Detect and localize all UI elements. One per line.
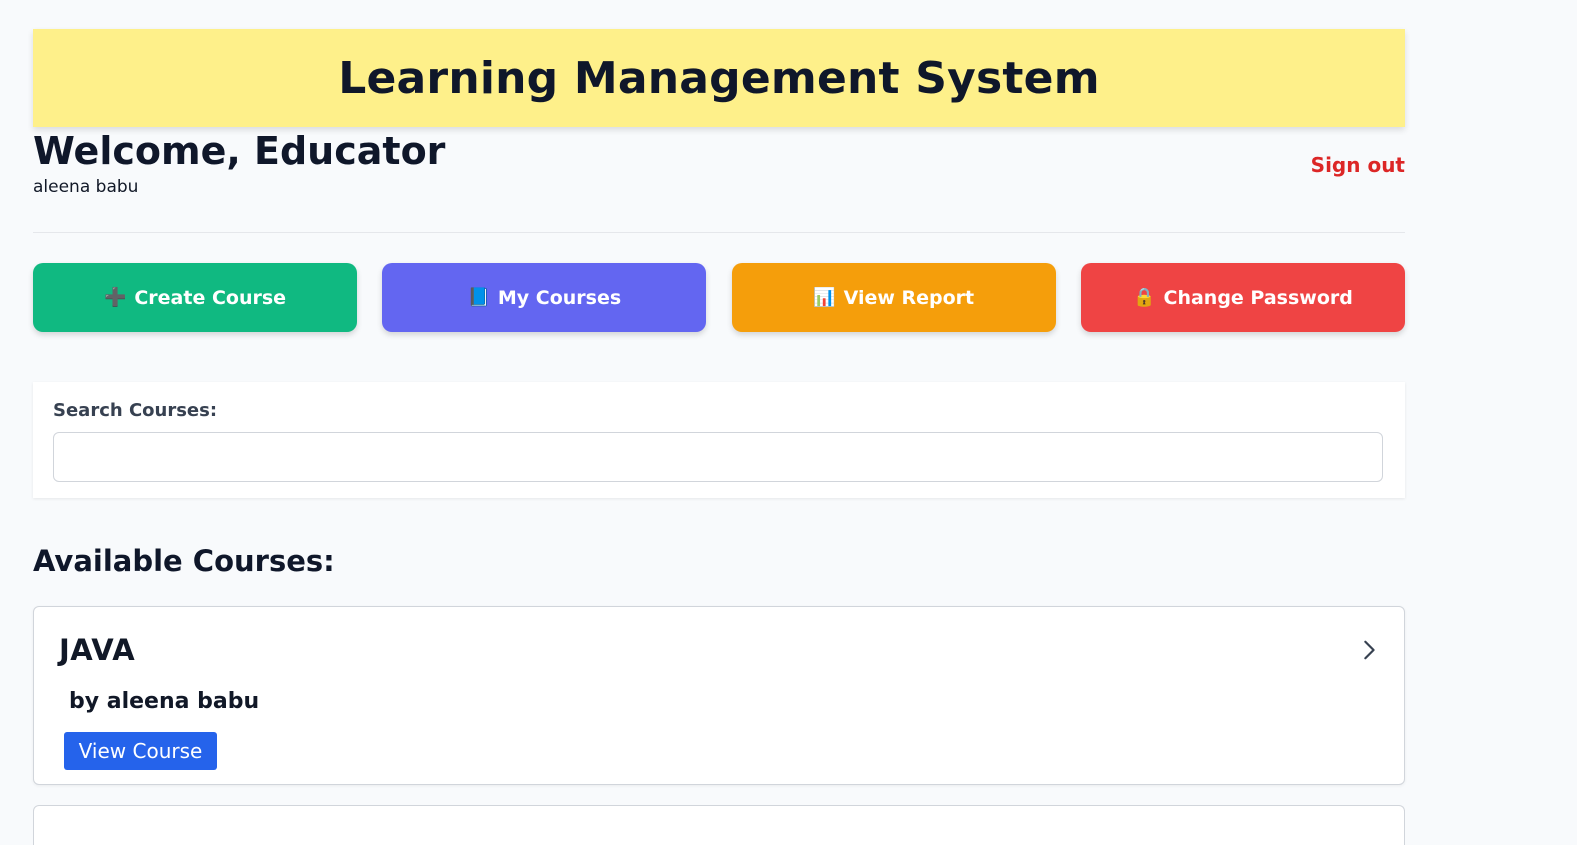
view-report-button[interactable]: 📊 View Report xyxy=(731,263,1056,332)
plus-icon: ➕ xyxy=(103,287,127,308)
welcome-header: Welcome, Educator aleena babu Sign out xyxy=(33,127,1405,233)
view-course-button[interactable]: View Course xyxy=(64,732,217,770)
course-title: JAVA xyxy=(59,633,136,667)
user-name: aleena babu xyxy=(33,177,139,197)
available-courses-heading: Available Courses: xyxy=(33,544,335,578)
course-author: by aleena babu xyxy=(69,689,260,714)
welcome-heading: Welcome, Educator xyxy=(33,129,446,173)
app-title: Learning Management System xyxy=(338,52,1100,104)
view-report-label: View Report xyxy=(843,286,975,309)
book-icon: 📘 xyxy=(467,287,490,308)
course-card-partial[interactable] xyxy=(33,805,1405,845)
my-courses-button[interactable]: 📘 My Courses xyxy=(382,263,707,332)
create-course-label: Create Course xyxy=(134,286,287,309)
search-panel: Search Courses: xyxy=(33,382,1405,498)
action-buttons: ➕ Create Course 📘 My Courses 📊 View Repo… xyxy=(33,263,1405,332)
change-password-label: Change Password xyxy=(1163,286,1353,309)
search-input[interactable] xyxy=(53,432,1383,482)
change-password-button[interactable]: 🔒 Change Password xyxy=(1080,263,1405,332)
my-courses-label: My Courses xyxy=(497,286,622,309)
course-card[interactable]: JAVA by aleena babu View Course xyxy=(33,606,1405,785)
lock-icon: 🔒 xyxy=(1133,287,1156,308)
chevron-right-icon[interactable] xyxy=(1358,639,1380,661)
sign-out-link[interactable]: Sign out xyxy=(1311,153,1405,177)
app-banner: Learning Management System xyxy=(33,29,1405,127)
bar-chart-icon: 📊 xyxy=(813,287,836,308)
create-course-button[interactable]: ➕ Create Course xyxy=(33,263,357,332)
search-label: Search Courses: xyxy=(53,400,218,421)
page: Learning Management System Welcome, Educ… xyxy=(33,29,1405,845)
